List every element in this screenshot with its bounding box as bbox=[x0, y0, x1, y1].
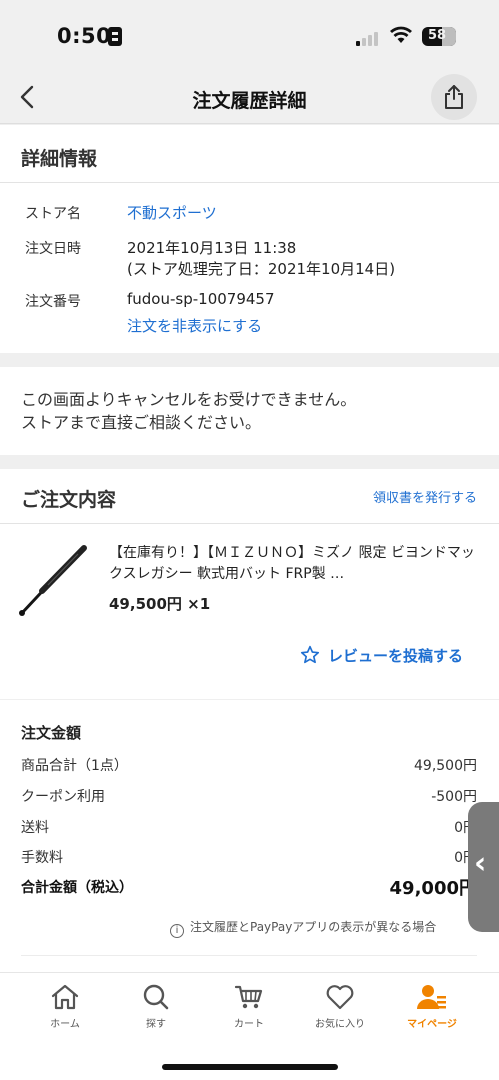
order-number: fudou-sp-10079457 bbox=[127, 290, 275, 308]
post-review-label: レビューを投稿する bbox=[328, 647, 464, 665]
store-name-link[interactable]: 不動スポーツ bbox=[127, 202, 217, 223]
fee-label: 手数料 bbox=[21, 850, 63, 866]
product-image[interactable] bbox=[18, 545, 94, 617]
battery-level: 58 bbox=[427, 28, 447, 43]
cancel-note-line1: この画面よりキャンセルをお受けできません。 bbox=[21, 390, 357, 409]
tab-cart[interactable]: カート bbox=[209, 983, 289, 1030]
coupon-value: -500円 bbox=[431, 789, 477, 805]
status-bar: 0:50 58 bbox=[0, 0, 499, 72]
cancel-note-line2: ストアまで直接ご相談ください。 bbox=[21, 413, 262, 432]
battery-icon: 58 bbox=[422, 27, 456, 46]
signal-icon bbox=[356, 30, 382, 46]
status-time: 0:50 bbox=[57, 24, 112, 48]
tab-cart-label: カート bbox=[234, 1019, 264, 1030]
home-indicator[interactable] bbox=[162, 1064, 338, 1070]
issue-receipt-link[interactable]: 領収書を発行する bbox=[373, 487, 477, 506]
tab-mypage[interactable]: マイページ bbox=[392, 983, 472, 1030]
subtotal-value: 49,500円 bbox=[414, 758, 477, 774]
amount-title: 注文金額 bbox=[21, 724, 82, 742]
quantity: ×1 bbox=[187, 595, 211, 613]
order-heading: ご注文内容 bbox=[21, 489, 117, 511]
info-icon: i bbox=[170, 924, 184, 938]
product-name-link[interactable]: 【在庫有り！】【ＭＩＺＵＮＯ】ミズノ 限定 ビヨンドマックスレガシー 軟式用バッ… bbox=[109, 543, 475, 585]
divider bbox=[0, 182, 499, 183]
star-icon bbox=[300, 645, 320, 664]
tab-favorites-label: お気に入り bbox=[315, 1019, 365, 1030]
post-review-button[interactable]: レビューを投稿する bbox=[300, 645, 463, 666]
tab-mypage-label: マイページ bbox=[407, 1019, 457, 1030]
focus-icon bbox=[108, 27, 122, 46]
display-difference-text: 注文履歴とPayPayアプリの表示が異なる場合 bbox=[190, 920, 437, 934]
total-value: 49,000円 bbox=[389, 878, 477, 899]
tab-home[interactable]: ホーム bbox=[25, 983, 105, 1030]
coupon-label: クーポン利用 bbox=[21, 789, 105, 805]
share-icon bbox=[445, 85, 463, 109]
divider bbox=[0, 523, 499, 524]
store-processed-date: (ストア処理完了日：2021年10月14日) bbox=[127, 260, 396, 278]
cancel-note: この画面よりキャンセルをお受けできません。 ストアまで直接ご相談ください。 bbox=[21, 388, 356, 434]
tab-search[interactable]: 探す bbox=[116, 983, 196, 1030]
search-icon bbox=[143, 984, 169, 1010]
chevron-left-icon: ‹ bbox=[474, 846, 487, 881]
share-button[interactable] bbox=[431, 74, 477, 120]
home-icon bbox=[51, 984, 79, 1010]
hide-order-link[interactable]: 注文を非表示にする bbox=[127, 315, 262, 336]
details-section: 詳細情報 ストア名 不動スポーツ 注文日時 2021年10月13日 11:38 … bbox=[0, 125, 499, 353]
price-value: 49,500円 bbox=[109, 595, 182, 613]
store-label: ストア名 bbox=[25, 206, 81, 222]
divider bbox=[21, 955, 477, 956]
person-icon bbox=[417, 985, 446, 1009]
total-label: 合計金額（税込） bbox=[21, 880, 133, 896]
header: 注文履歴詳細 bbox=[0, 72, 499, 124]
shipping-label: 送料 bbox=[21, 820, 49, 836]
heart-icon bbox=[326, 985, 354, 1010]
page-title: 注文履歴詳細 bbox=[192, 90, 307, 112]
side-drawer-handle[interactable]: ‹ bbox=[468, 802, 499, 932]
product-price: 49,500円 ×1 bbox=[109, 593, 210, 614]
tab-home-label: ホーム bbox=[50, 1019, 80, 1030]
order-date: 2021年10月13日 11:38 bbox=[127, 239, 297, 257]
wifi-icon bbox=[390, 26, 412, 43]
details-heading: 詳細情報 bbox=[21, 148, 98, 170]
tab-favorites[interactable]: お気に入り bbox=[300, 983, 380, 1030]
order-date-label: 注文日時 bbox=[25, 241, 81, 257]
cancel-note-section: この画面よりキャンセルをお受けできません。 ストアまで直接ご相談ください。 bbox=[0, 367, 499, 455]
order-number-label: 注文番号 bbox=[25, 294, 81, 310]
display-difference-note[interactable]: i 注文履歴とPayPayアプリの表示が異なる場合 bbox=[170, 918, 436, 938]
cart-icon bbox=[234, 985, 263, 1009]
tab-search-label: 探す bbox=[146, 1019, 166, 1030]
subtotal-label: 商品合計（1点） bbox=[21, 758, 128, 774]
